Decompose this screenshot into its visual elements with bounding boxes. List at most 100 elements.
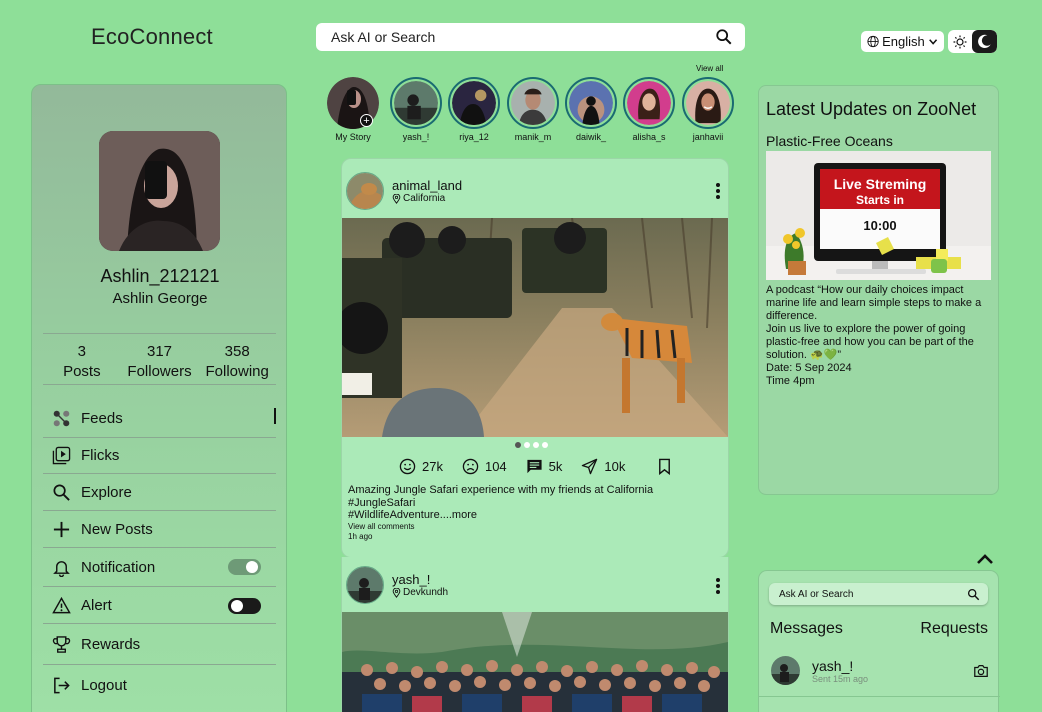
stories-bar: + My Story yash_! riya_12 manik_m daiwik… xyxy=(327,77,737,145)
sidebar-item-logout[interactable]: Logout xyxy=(43,665,276,706)
post-author-avatar[interactable] xyxy=(346,566,384,604)
story-name: riya_12 xyxy=(459,132,489,142)
image-carousel-dots[interactable] xyxy=(515,442,548,448)
active-indicator xyxy=(274,408,276,424)
globe-icon xyxy=(867,35,879,48)
updates-subtitle: Plastic-Free Oceans xyxy=(766,133,893,149)
story-item[interactable]: yash_! xyxy=(387,77,445,142)
send-icon xyxy=(582,458,598,475)
story-item[interactable]: manik_m xyxy=(504,77,562,142)
messages-tabs: Messages Requests xyxy=(770,620,988,638)
story-name: manik_m xyxy=(514,132,552,142)
post-actions: 27k 104 5k 10k xyxy=(399,458,692,475)
smile-icon xyxy=(399,458,416,475)
story-item[interactable]: alisha_s xyxy=(620,77,678,142)
story-photo xyxy=(569,81,613,125)
stat-posts[interactable]: 3 Posts xyxy=(43,334,121,384)
sidebar-item-label: Notification xyxy=(81,558,156,576)
sidebar-menu: Feeds Flicks Explore New Posts Notificat… xyxy=(43,400,276,706)
post-author-name[interactable]: animal_land xyxy=(392,178,462,193)
chevron-up-icon[interactable] xyxy=(976,553,994,565)
post-more-options-icon[interactable] xyxy=(716,183,720,201)
alert-icon xyxy=(52,596,71,613)
alert-toggle[interactable] xyxy=(228,598,261,614)
comment-count: 5k xyxy=(548,459,563,474)
theme-toggle[interactable] xyxy=(948,30,997,53)
flicks-icon xyxy=(52,446,71,465)
updates-time: Time 4pm xyxy=(766,375,815,387)
story-item[interactable]: daiwik_ xyxy=(562,77,620,142)
sidebar-item-rewards[interactable]: Rewards xyxy=(43,624,276,665)
location-pin-icon xyxy=(392,193,401,204)
tab-messages[interactable]: Messages xyxy=(770,620,843,638)
post-timestamp: 1h ago xyxy=(348,531,373,541)
sidebar-item-new-posts[interactable]: New Posts xyxy=(43,511,276,548)
story-name: yash_! xyxy=(402,132,430,142)
story-item[interactable]: riya_12 xyxy=(445,77,503,142)
post-card: animal_land California 27k 104 5k 10k Am… xyxy=(341,158,729,558)
sidebar-item-notification[interactable]: Notification xyxy=(43,548,276,587)
post-more-options-icon[interactable] xyxy=(716,578,720,596)
search-icon[interactable] xyxy=(967,588,980,601)
stat-following-value: 358 xyxy=(224,343,250,360)
post-author-name[interactable]: yash_! xyxy=(392,572,448,587)
story-item[interactable]: janhavii xyxy=(679,77,737,142)
post-location-text: California xyxy=(403,193,446,204)
light-mode-button[interactable] xyxy=(948,30,972,53)
message-item[interactable]: yash_! Sent 15m ago xyxy=(771,656,989,685)
tab-requests[interactable]: Requests xyxy=(920,620,988,638)
dark-mode-button[interactable] xyxy=(972,30,997,53)
sidebar-item-alert[interactable]: Alert xyxy=(43,587,276,624)
add-story-icon[interactable]: + xyxy=(360,114,373,127)
sidebar-item-flicks[interactable]: Flicks xyxy=(43,438,276,474)
plus-icon xyxy=(53,521,70,537)
updates-banner-image[interactable]: Live Streming Starts in 10:00 xyxy=(766,151,991,280)
profile-avatar[interactable] xyxy=(99,131,220,251)
stories-view-all-link[interactable]: View all xyxy=(696,64,723,73)
stat-following[interactable]: 358 Following xyxy=(198,334,276,384)
post-author-avatar[interactable] xyxy=(346,172,384,210)
updates-title: Latest Updates on ZooNet xyxy=(766,99,977,119)
share-button[interactable]: 10k xyxy=(581,458,625,475)
caption-hashtag[interactable]: #JungleSafari xyxy=(348,497,718,510)
messages-search-bar[interactable]: Ask AI or Search xyxy=(769,583,988,605)
messages-search-input[interactable]: Ask AI or Search xyxy=(779,589,967,600)
bookmark-button[interactable] xyxy=(656,458,673,475)
message-avatar-photo xyxy=(771,656,800,685)
search-icon[interactable] xyxy=(715,28,733,46)
sidebar-item-feeds[interactable]: Feeds xyxy=(43,400,276,438)
view-comments-link[interactable]: View all comments xyxy=(348,522,718,532)
story-name: daiwik_ xyxy=(575,132,606,142)
story-avatar xyxy=(682,77,734,129)
notification-toggle[interactable] xyxy=(228,559,261,575)
toggle-knob xyxy=(231,600,243,612)
sidebar-item-label: Flicks xyxy=(81,447,120,464)
search-input[interactable]: Ask AI or Search xyxy=(331,29,715,45)
post-image[interactable] xyxy=(342,218,728,437)
caption-line: Amazing Jungle Safari experience with my… xyxy=(348,484,654,496)
sidebar-item-label: Logout xyxy=(81,677,127,694)
messages-panel: Ask AI or Search Messages Requests yash_… xyxy=(758,570,1000,712)
post-header: animal_land California xyxy=(346,172,462,210)
camera-icon[interactable] xyxy=(973,663,989,679)
post-image[interactable] xyxy=(342,612,728,712)
dislike-button[interactable]: 104 xyxy=(462,458,507,475)
story-photo xyxy=(627,81,671,125)
story-item[interactable]: + My Story xyxy=(324,77,382,142)
search-bar[interactable]: Ask AI or Search xyxy=(316,23,745,51)
language-select[interactable]: English xyxy=(861,31,944,52)
stat-followers-value: 317 xyxy=(146,343,173,360)
sad-icon xyxy=(462,458,479,475)
toggle-knob xyxy=(246,561,258,573)
story-photo xyxy=(394,81,438,125)
like-button[interactable]: 27k xyxy=(399,458,443,475)
comment-button[interactable]: 5k xyxy=(526,458,563,475)
caption-hashtag-more[interactable]: #WildlifeAdventure....more xyxy=(348,509,718,522)
like-count: 27k xyxy=(422,459,443,474)
profile-panel: Ashlin_212121 Ashlin George 3 Posts 317 … xyxy=(31,84,287,712)
brand-logo[interactable]: EcoConnect xyxy=(91,24,213,50)
stat-followers[interactable]: 317 Followers xyxy=(121,334,199,384)
sidebar-item-label: Rewards xyxy=(81,635,141,653)
sidebar-item-explore[interactable]: Explore xyxy=(43,474,276,511)
latest-updates-card: Latest Updates on ZooNet Plastic-Free Oc… xyxy=(758,85,999,495)
